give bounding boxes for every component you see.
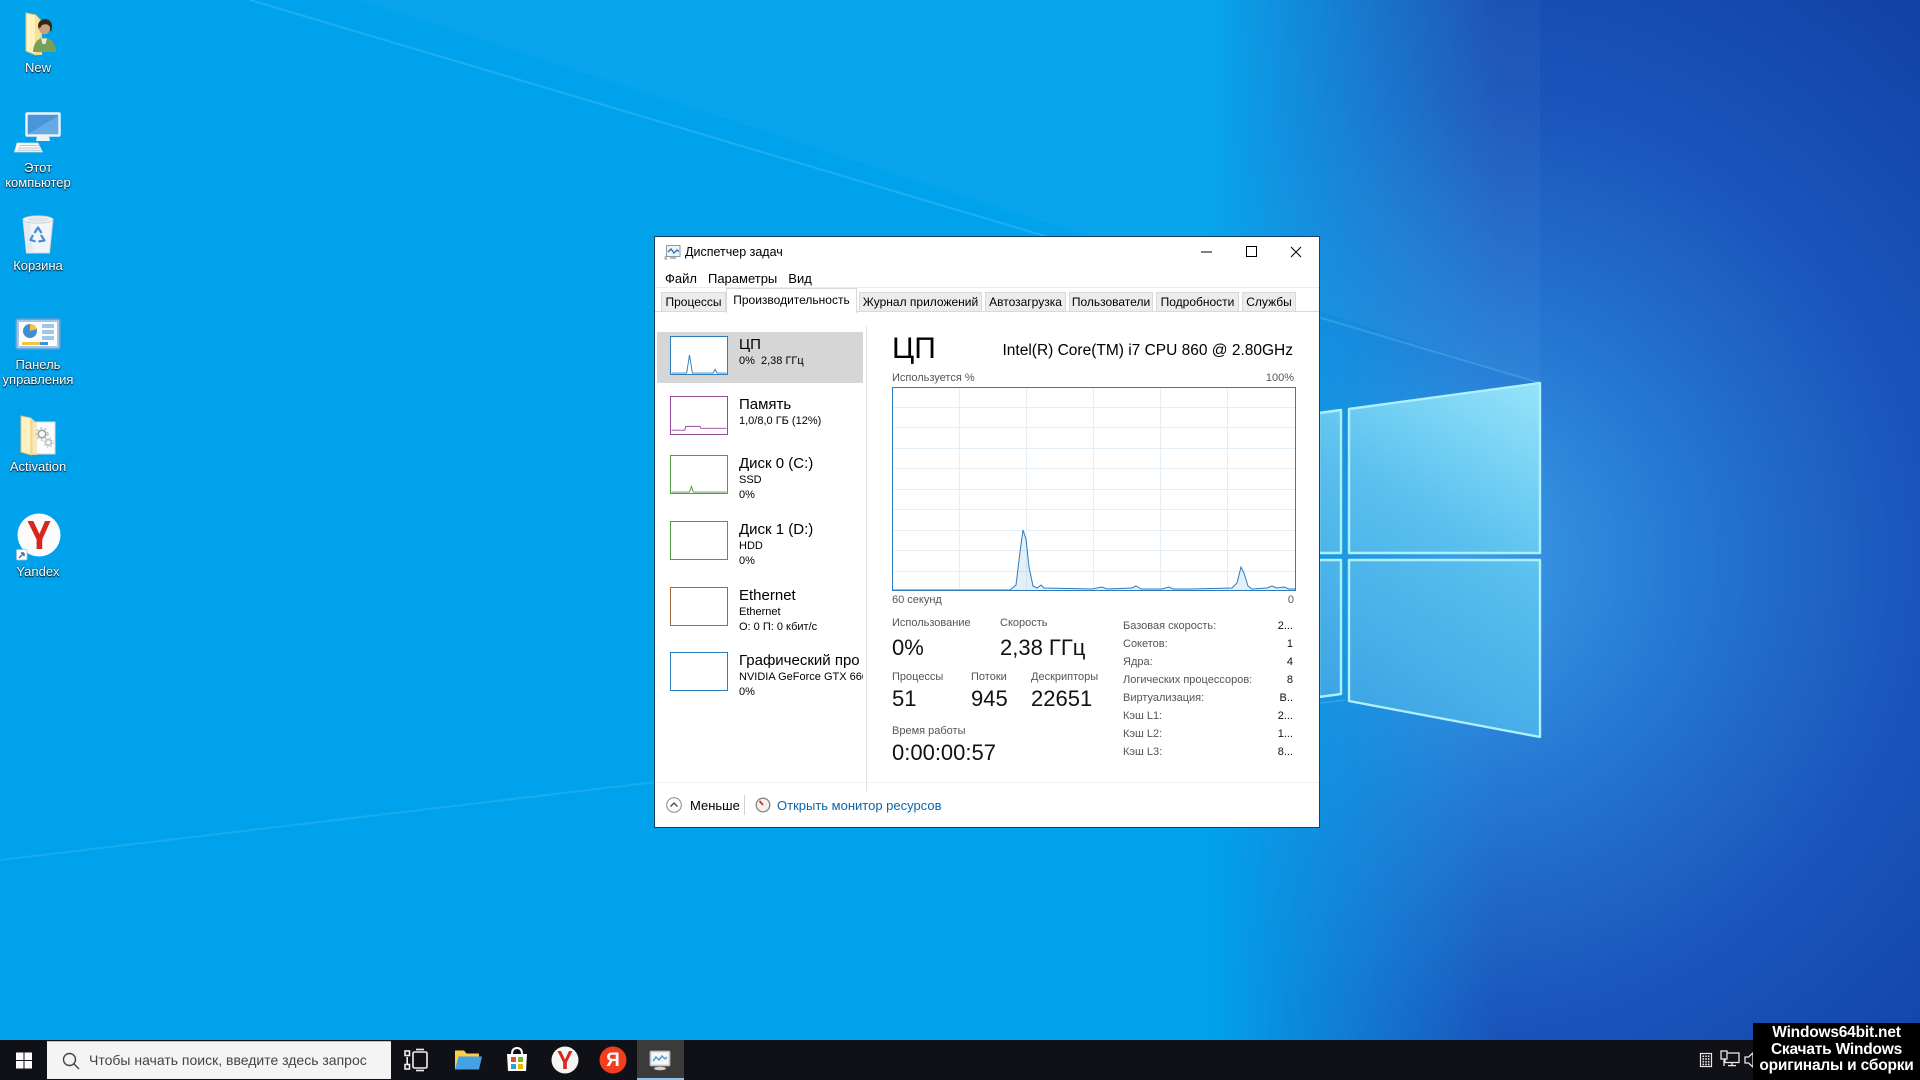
svg-text:Я: Я <box>606 1050 620 1071</box>
